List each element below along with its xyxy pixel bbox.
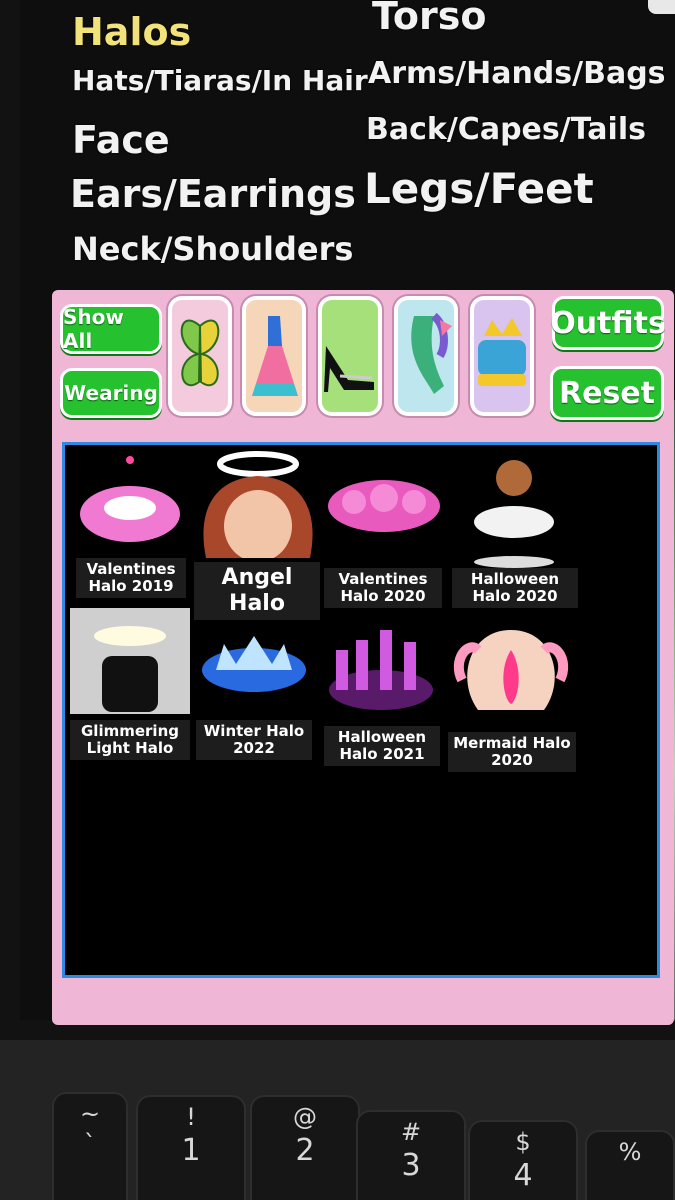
crown-icon — [478, 318, 526, 386]
heels-icon — [324, 346, 374, 392]
wearing-button[interactable]: Wearing — [60, 368, 162, 418]
mermaid-tail-icon — [411, 312, 452, 394]
category-arms[interactable]: Arms/Hands/Bags — [368, 56, 666, 91]
tile-wings[interactable] — [168, 296, 232, 416]
item-label: Halloween Halo 2021 — [324, 726, 440, 766]
item-halloween-halo-2020[interactable]: Halloween Halo 2020 — [450, 450, 580, 608]
key-bottom-symbol: 4 — [513, 1158, 533, 1193]
item-label: Mermaid Halo 2020 — [448, 732, 576, 772]
key-bottom-symbol: ` — [84, 1130, 96, 1158]
key-bottom-symbol: 3 — [401, 1148, 421, 1183]
key-4[interactable]: $ 4 — [468, 1120, 578, 1200]
pink-rose-halo-icon — [80, 456, 180, 542]
outfits-button[interactable]: Outfits — [550, 296, 666, 350]
category-hats[interactable]: Hats/Tiaras/In Hair — [72, 64, 368, 97]
item-label: Winter Halo 2022 — [196, 720, 312, 760]
moon-cloud-halo-icon — [474, 460, 554, 568]
item-label: Valentines Halo 2019 — [76, 558, 186, 598]
tile-crown[interactable] — [470, 296, 534, 416]
key-bottom-symbol: 1 — [181, 1133, 201, 1168]
key-top-symbol: ~ — [79, 1100, 101, 1128]
tile-mermaid[interactable] — [394, 296, 458, 416]
photo-background: Halos Hats/Tiaras/In Hair Face Ears/Earr… — [0, 0, 675, 1200]
key-bottom-symbol: 2 — [295, 1133, 315, 1168]
category-halos[interactable]: Halos — [72, 10, 191, 54]
category-neck[interactable]: Neck/Shoulders — [72, 230, 353, 268]
key-top-symbol: ! — [186, 1103, 196, 1131]
key-top-symbol: $ — [515, 1128, 531, 1156]
ice-crystal-halo-icon — [202, 636, 306, 692]
item-label: Halloween Halo 2020 — [452, 568, 578, 608]
candle-halo-icon — [329, 630, 433, 710]
item-angel-halo[interactable]: Angel Halo — [194, 448, 320, 620]
key-1[interactable]: ! 1 — [136, 1095, 246, 1200]
angel-avatar-icon — [203, 451, 313, 558]
item-glimmering-light-halo[interactable]: Glimmering Light Halo — [70, 608, 190, 760]
key-3[interactable]: # 3 — [356, 1110, 466, 1200]
item-label: Glimmering Light Halo — [70, 720, 190, 760]
key-top-symbol: @ — [293, 1103, 317, 1131]
seashell-halo-icon — [453, 630, 569, 710]
show-all-button[interactable]: Show All — [60, 304, 162, 354]
light-halo-icon — [70, 608, 190, 714]
dress-icon — [252, 316, 298, 396]
pink-flower-halo-icon — [328, 480, 440, 532]
key-tilde[interactable]: ~ ` — [52, 1092, 128, 1200]
corner-menu-button[interactable] — [648, 0, 675, 14]
item-valentines-halo-2019[interactable]: Valentines Halo 2019 — [74, 452, 188, 602]
category-legs[interactable]: Legs/Feet — [364, 164, 594, 213]
item-valentines-halo-2020[interactable]: Valentines Halo 2020 — [324, 452, 444, 608]
tile-dress[interactable] — [242, 296, 306, 416]
tile-heels[interactable] — [318, 296, 382, 416]
category-ears[interactable]: Ears/Earrings — [70, 172, 356, 216]
key-top-symbol: % — [618, 1138, 642, 1166]
item-winter-halo-2022[interactable]: Winter Halo 2022 — [196, 620, 312, 760]
item-label: Angel Halo — [194, 562, 320, 620]
category-back[interactable]: Back/Capes/Tails — [366, 112, 646, 147]
reset-button[interactable]: Reset — [550, 366, 664, 420]
item-label: Valentines Halo 2020 — [324, 568, 442, 608]
item-halloween-halo-2021[interactable]: Halloween Halo 2021 — [322, 620, 440, 768]
butterfly-wings-icon — [180, 319, 220, 387]
category-torso[interactable]: Torso — [372, 0, 486, 38]
key-2[interactable]: @ 2 — [250, 1095, 360, 1200]
item-mermaid-halo-2020[interactable]: Mermaid Halo 2020 — [448, 620, 576, 774]
key-top-symbol: # — [400, 1118, 422, 1146]
category-face[interactable]: Face — [72, 118, 170, 162]
key-5[interactable]: % — [585, 1130, 675, 1200]
